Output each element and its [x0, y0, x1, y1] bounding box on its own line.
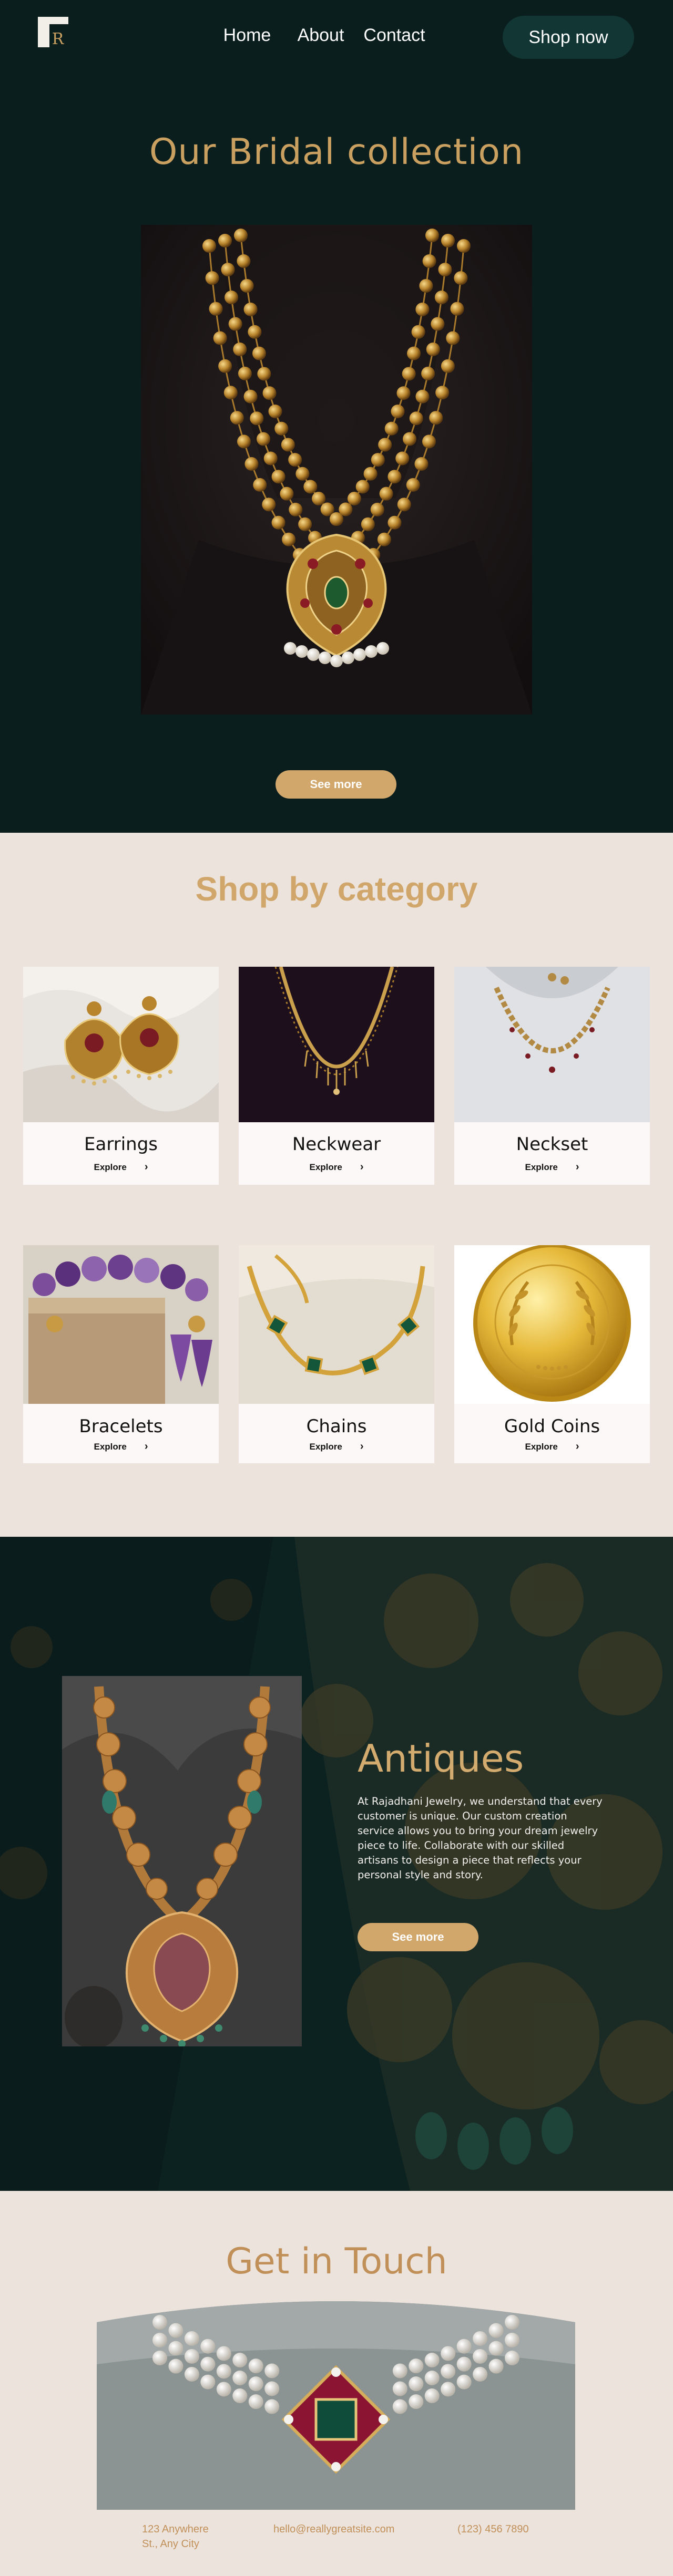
chevron-right-icon: ›: [575, 1161, 579, 1173]
category-label: Bracelets: [79, 1416, 163, 1437]
shop-by-category-section: Shop by category Earrings Explore › Neck…: [0, 833, 673, 1537]
explore-label: Explore: [309, 1442, 342, 1452]
gold-coin-image: [454, 1245, 650, 1404]
category-card-chains[interactable]: Chains Explore ›: [239, 1245, 434, 1463]
bridal-collection-section: Our Bridal collection See more: [0, 74, 673, 833]
choker-necklace-image: [97, 2301, 575, 2510]
explore-link[interactable]: Explore ›: [239, 1161, 434, 1173]
antiques-see-more-button[interactable]: See more: [358, 1923, 478, 1951]
top-navigation: R Home About Contact Shop now: [0, 0, 673, 74]
chevron-right-icon: ›: [360, 1161, 364, 1173]
nav-home-link[interactable]: Home: [210, 25, 284, 46]
shop-now-button[interactable]: Shop now: [503, 16, 634, 59]
earrings-image: [23, 967, 219, 1122]
category-card-neckwear[interactable]: Neckwear Explore ›: [239, 967, 434, 1185]
neckwear-image: [239, 967, 434, 1122]
antiques-section: Antiques At Rajadhani Jewelry, we unders…: [0, 1537, 673, 2191]
category-card-neckset[interactable]: Neckset Explore ›: [454, 967, 650, 1185]
explore-link[interactable]: Explore ›: [239, 1441, 434, 1453]
bridal-necklace-image: [141, 225, 532, 715]
chevron-right-icon: ›: [144, 1441, 148, 1452]
category-card-gold-coins[interactable]: Gold Coins Explore ›: [454, 1245, 650, 1463]
chevron-right-icon: ›: [144, 1161, 148, 1173]
get-in-touch-section: Get in Touch 123 Anywhere St., Any City …: [0, 2191, 673, 2576]
explore-link[interactable]: Explore ›: [23, 1161, 219, 1173]
nav-contact-link[interactable]: Contact: [358, 25, 431, 46]
hero-see-more-button[interactable]: See more: [276, 770, 396, 799]
nav-about-link[interactable]: About: [284, 25, 358, 46]
category-label: Neckwear: [292, 1134, 381, 1155]
category-label: Gold Coins: [504, 1416, 600, 1437]
category-card-earrings[interactable]: Earrings Explore ›: [23, 967, 219, 1185]
contact-title: Get in Touch: [226, 2241, 447, 2282]
explore-link[interactable]: Explore ›: [23, 1441, 219, 1453]
category-card-bracelets[interactable]: Bracelets Explore ›: [23, 1245, 219, 1463]
antiques-description: At Rajadhani Jewelry, we understand that…: [358, 1795, 603, 1881]
brand-logo[interactable]: R: [38, 17, 68, 47]
category-title: Shop by category: [195, 870, 478, 908]
explore-label: Explore: [309, 1162, 342, 1172]
explore-label: Explore: [525, 1442, 558, 1452]
explore-label: Explore: [525, 1162, 558, 1172]
bracelets-image: [23, 1245, 219, 1404]
chevron-right-icon: ›: [575, 1441, 579, 1452]
antiques-title: Antiques: [358, 1736, 524, 1781]
category-label: Chains: [306, 1416, 367, 1437]
contact-email[interactable]: hello@reallygreatsite.com: [273, 2522, 394, 2537]
category-label: Neckset: [516, 1134, 588, 1155]
explore-label: Explore: [94, 1442, 127, 1452]
contact-phone[interactable]: (123) 456 7890: [457, 2522, 529, 2537]
hero-title: Our Bridal collection: [149, 131, 524, 173]
explore-link[interactable]: Explore ›: [454, 1441, 650, 1453]
svg-text:R: R: [52, 30, 65, 47]
explore-label: Explore: [94, 1162, 127, 1172]
category-label: Earrings: [84, 1134, 158, 1155]
chains-image: [239, 1245, 434, 1404]
contact-address: 123 Anywhere St., Any City: [142, 2523, 209, 2550]
chevron-right-icon: ›: [360, 1441, 364, 1452]
neckset-image: [454, 967, 650, 1122]
explore-link[interactable]: Explore ›: [454, 1161, 650, 1173]
antique-necklace-image: [62, 1676, 302, 2046]
nav-links: Home About Contact: [210, 25, 431, 46]
